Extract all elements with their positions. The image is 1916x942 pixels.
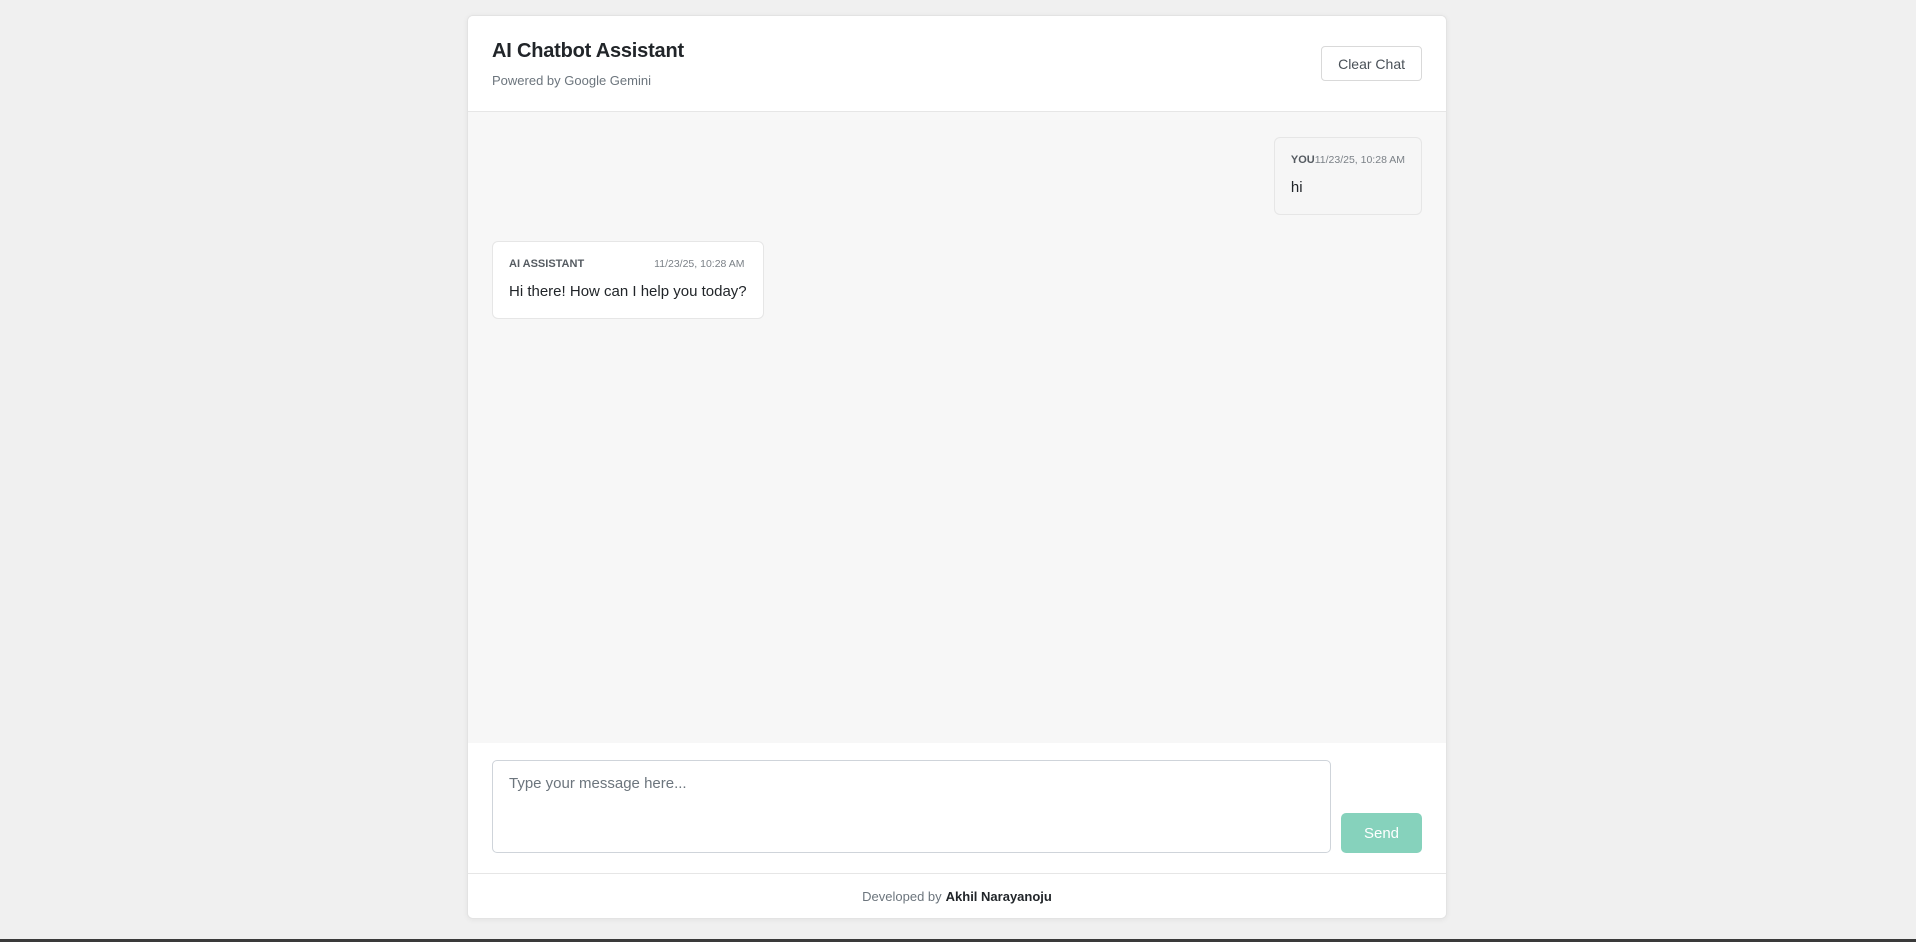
message-meta: YOU 11/23/25, 10:28 AM (1291, 154, 1405, 166)
message-time: 11/23/25, 10:28 AM (1314, 154, 1405, 166)
message-time: 11/23/25, 10:28 AM (654, 258, 745, 270)
message-input[interactable] (492, 760, 1331, 853)
app-subtitle: Powered by Google Gemini (492, 72, 651, 88)
message-meta: AI ASSISTANT 11/23/25, 10:28 AM (509, 258, 747, 270)
send-button[interactable]: Send (1341, 813, 1422, 853)
message-text: Hi there! How can I help you today? (509, 283, 747, 300)
clear-chat-button[interactable]: Clear Chat (1321, 46, 1422, 81)
message-text: hi (1290, 179, 1303, 196)
footer-prefix: Developed by (862, 888, 942, 904)
message-sender: AI ASSISTANT (509, 258, 585, 270)
footer: Developed by Akhil Narayanoju (468, 874, 1446, 918)
developer-name: Akhil Narayanoju (945, 888, 1052, 904)
chat-header: AI Chatbot Assistant Powered by Google G… (468, 16, 1446, 112)
assistant-message: AI ASSISTANT 11/23/25, 10:28 AM Hi there… (492, 241, 764, 319)
app-title: AI Chatbot Assistant (492, 39, 684, 62)
message-list[interactable]: YOU 11/23/25, 10:28 AM hi AI ASSISTANT 1… (468, 112, 1446, 743)
chat-app: AI Chatbot Assistant Powered by Google G… (467, 15, 1447, 919)
user-message: YOU 11/23/25, 10:28 AM hi (1273, 137, 1422, 215)
message-sender: YOU (1290, 154, 1315, 166)
page: AI Chatbot Assistant Powered by Google G… (0, 0, 1916, 942)
message-composer: Send (468, 743, 1446, 874)
header-titles: AI Chatbot Assistant Powered by Google G… (492, 40, 684, 88)
